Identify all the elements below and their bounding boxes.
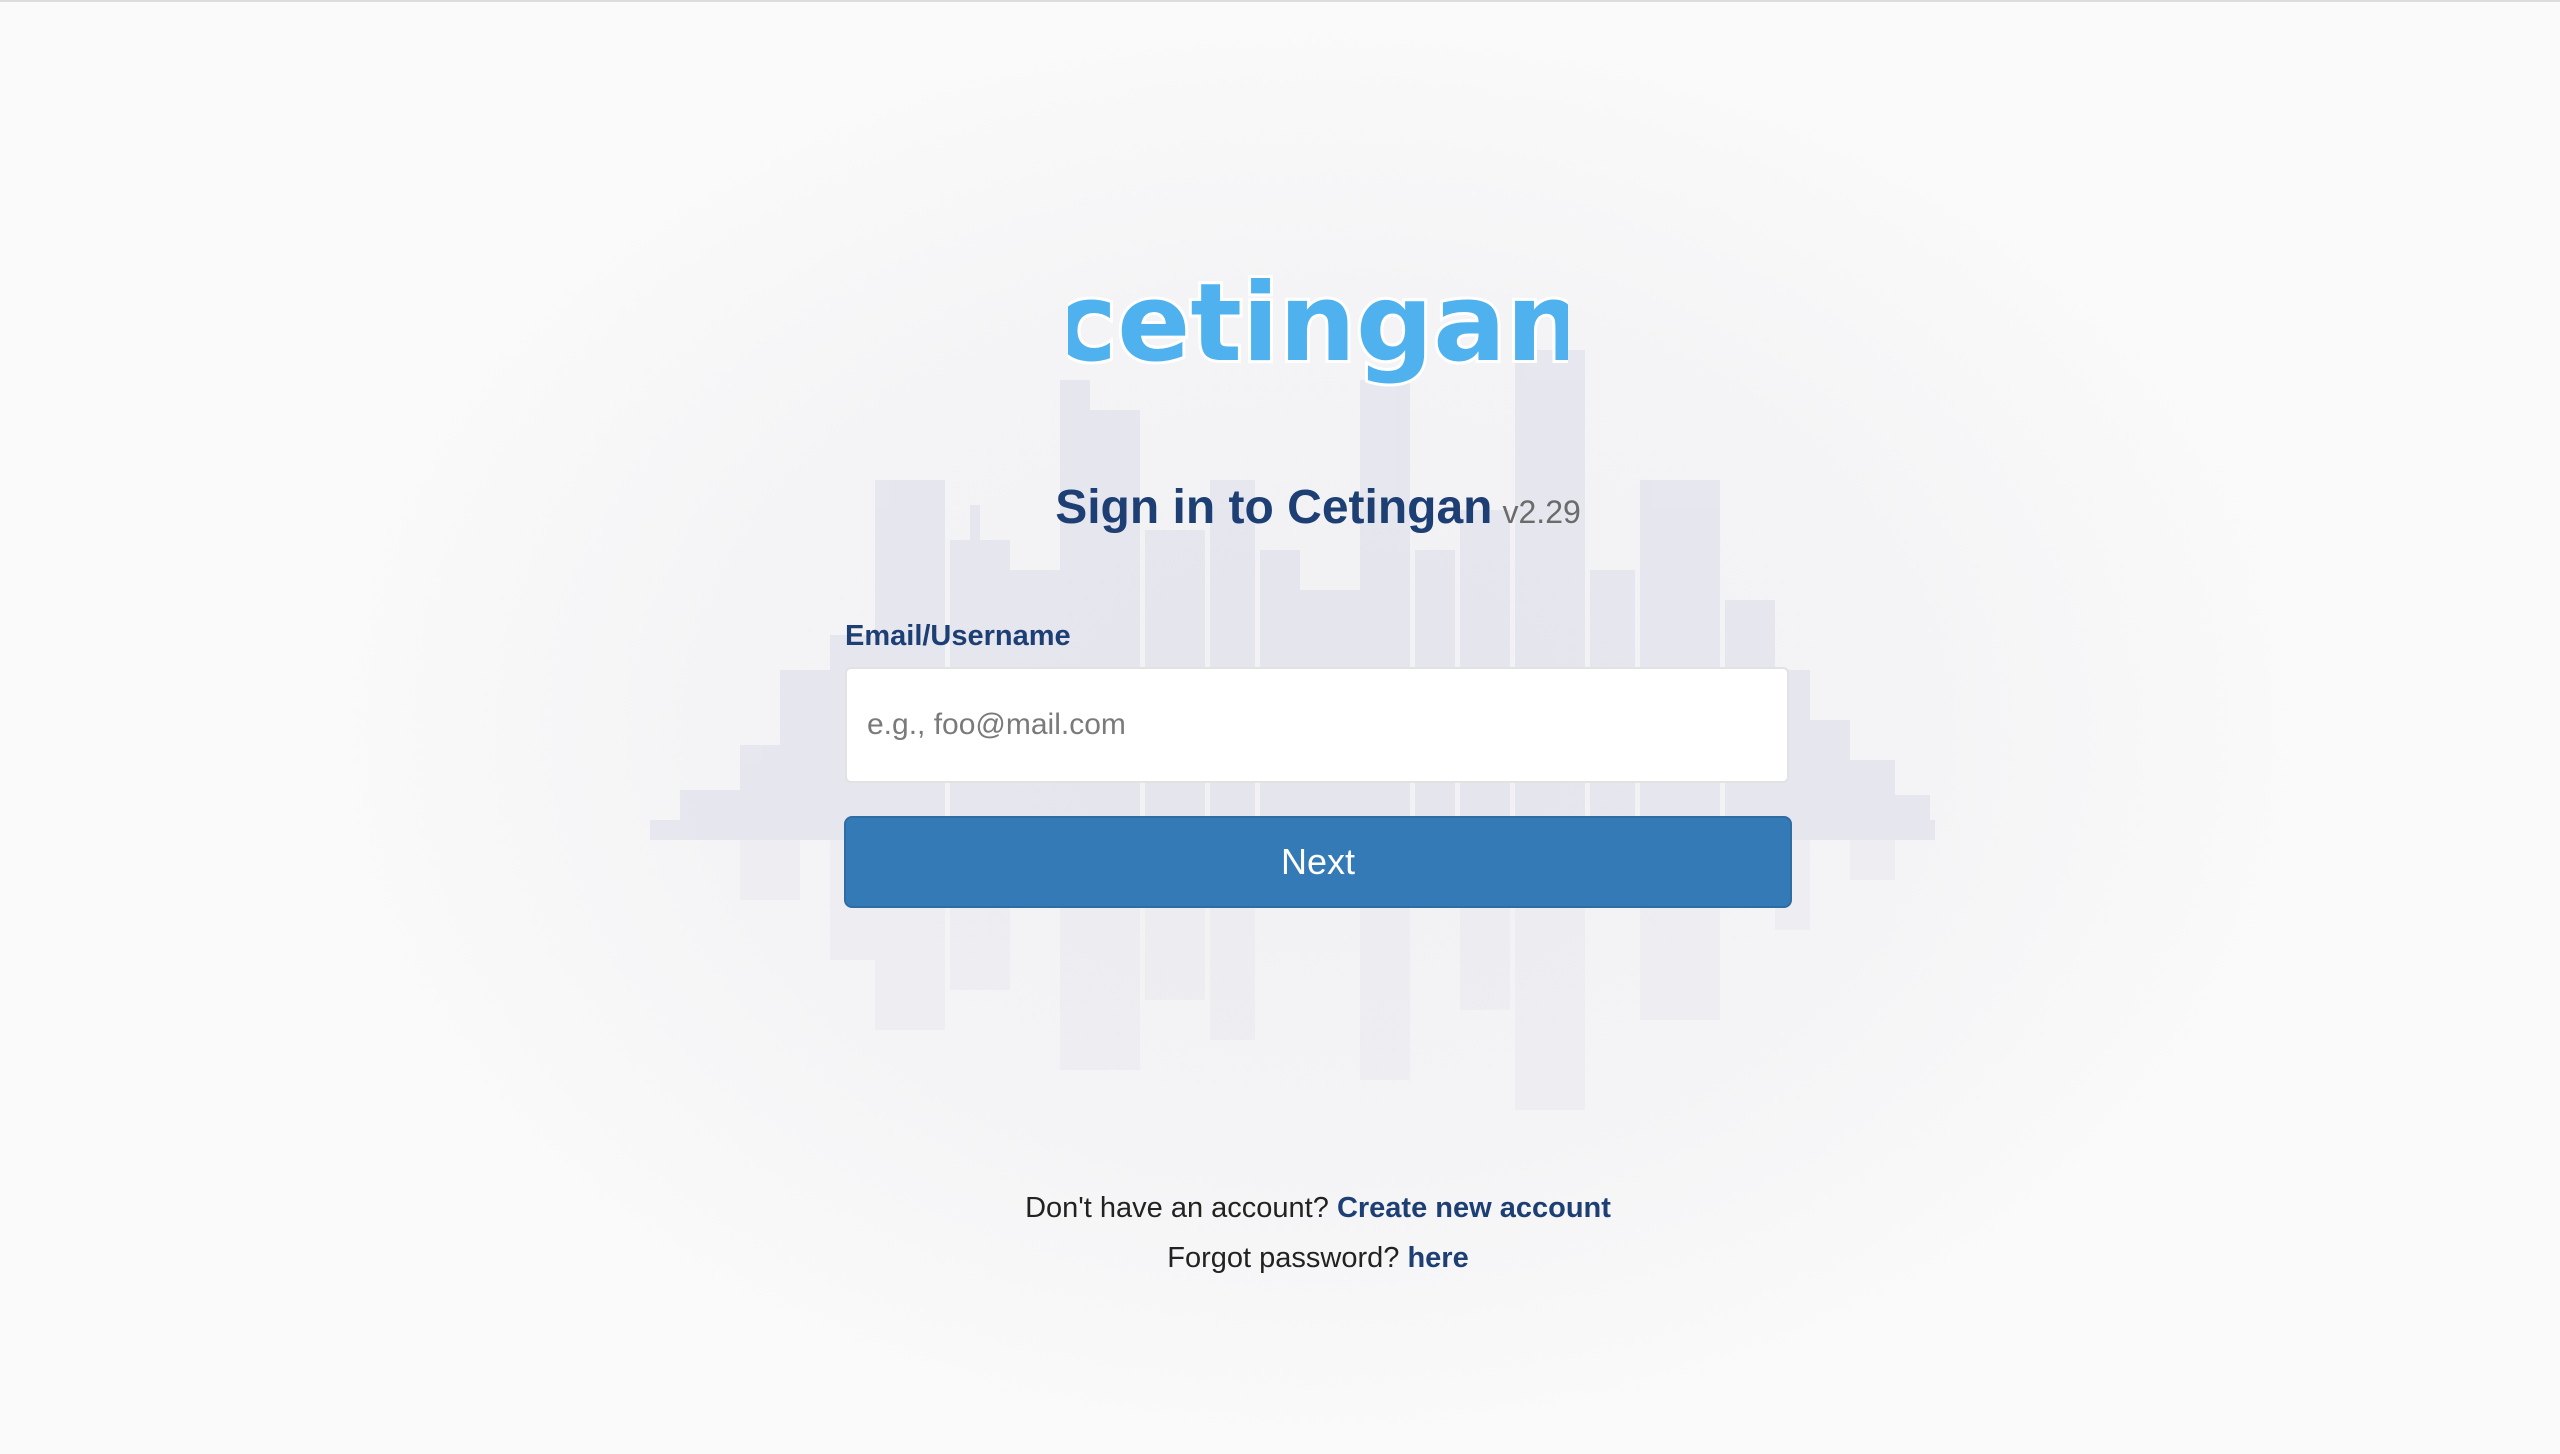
top-border [0, 0, 2560, 2]
email-label: Email/Username [845, 620, 1071, 652]
forgot-password-prompt: Forgot password? here [0, 1238, 2560, 1278]
next-button[interactable]: Next [844, 816, 1792, 908]
cetingan-logo: cetingan [1068, 258, 1568, 389]
version-label: v2.29 [1502, 494, 1581, 530]
forgot-password-link[interactable]: here [1407, 1242, 1468, 1274]
no-account-text: Don't have an account? [1025, 1192, 1329, 1224]
create-account-link[interactable]: Create new account [1337, 1192, 1611, 1224]
page-title: Sign in to Cetingan [1055, 481, 1493, 534]
email-field[interactable] [845, 667, 1789, 783]
forgot-password-text: Forgot password? [1167, 1242, 1400, 1274]
logo-text: cetingan [1068, 261, 1568, 386]
signup-prompt: Don't have an account? Create new accoun… [0, 1188, 2560, 1228]
page-heading: Sign in to Cetingan v2.29 [0, 478, 2560, 542]
